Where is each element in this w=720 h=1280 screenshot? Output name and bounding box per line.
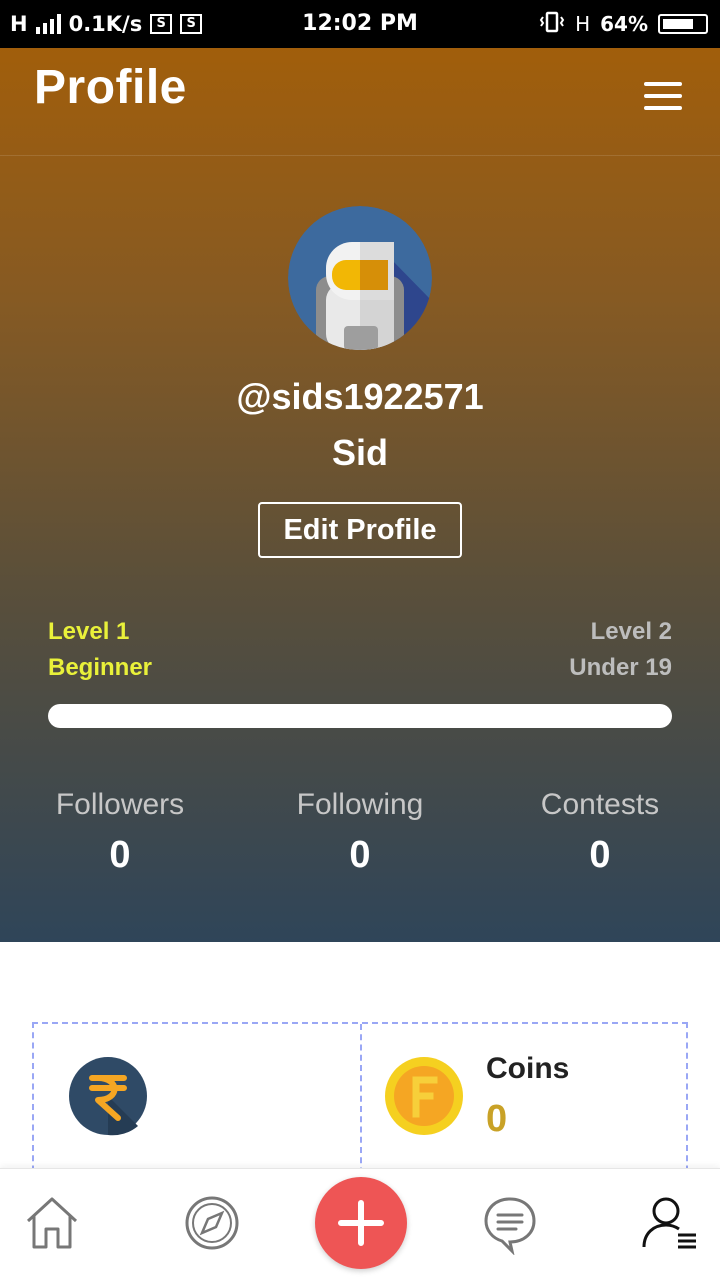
stat-value: 0 <box>349 834 371 876</box>
page-title: Profile <box>34 61 187 114</box>
username: @sids1922571 <box>236 376 484 417</box>
stat-following[interactable]: Following 0 <box>240 788 480 877</box>
network-speed: 0.1K/s <box>68 12 143 36</box>
next-level: Level 2 <box>590 618 672 645</box>
network-type-right: H <box>575 12 591 36</box>
battery-icon <box>658 14 708 34</box>
stat-followers[interactable]: Followers 0 <box>0 788 240 877</box>
app-bar: Profile <box>0 48 720 156</box>
home-icon[interactable] <box>20 1191 84 1255</box>
status-right: H 64% <box>539 0 708 48</box>
screenshot-notification-icon: S <box>150 14 173 34</box>
stat-value: 0 <box>109 834 131 876</box>
add-button[interactable] <box>315 1177 407 1269</box>
network-type: H <box>10 12 28 36</box>
level-progress-bar <box>48 704 672 728</box>
add-icon <box>338 1200 384 1246</box>
status-bar: H 0.1K/s S S 12:02 PM H 64% <box>0 0 720 48</box>
stat-label: Following <box>296 788 424 821</box>
stat-value: 0 <box>589 834 611 876</box>
stat-label: Contests <box>540 788 660 821</box>
bottom-navigation <box>0 1168 720 1280</box>
edit-profile-button[interactable]: Edit Profile <box>258 502 462 558</box>
stat-contests[interactable]: Contests 0 <box>480 788 720 877</box>
rupee-icon[interactable] <box>68 1056 148 1136</box>
current-rank: Beginner <box>48 654 153 681</box>
wallet-cards: Coins 0 <box>32 1022 688 1194</box>
display-name: Sid <box>331 432 388 473</box>
profile-header: Profile @sids1922571 Sid Edit Profile Le… <box>0 48 720 942</box>
compass-icon[interactable] <box>180 1191 244 1255</box>
vibrate-icon <box>539 11 565 38</box>
stat-label: Followers <box>55 788 185 821</box>
signal-icon <box>35 14 61 34</box>
chat-icon[interactable] <box>478 1191 542 1256</box>
profile-menu-icon[interactable] <box>638 1191 702 1255</box>
status-left: H 0.1K/s S S <box>10 0 203 48</box>
current-level: Level 1 <box>48 618 130 645</box>
next-rank: Under 19 <box>569 654 672 681</box>
hamburger-menu-icon[interactable] <box>644 82 682 110</box>
coins-label: Coins <box>486 1052 570 1085</box>
battery-percent: 64% <box>600 12 648 36</box>
coins-value: 0 <box>486 1098 508 1140</box>
coin-icon[interactable] <box>384 1056 464 1136</box>
screenshot-notification-icon: S <box>180 14 203 34</box>
astronaut-avatar-icon[interactable] <box>288 206 432 350</box>
